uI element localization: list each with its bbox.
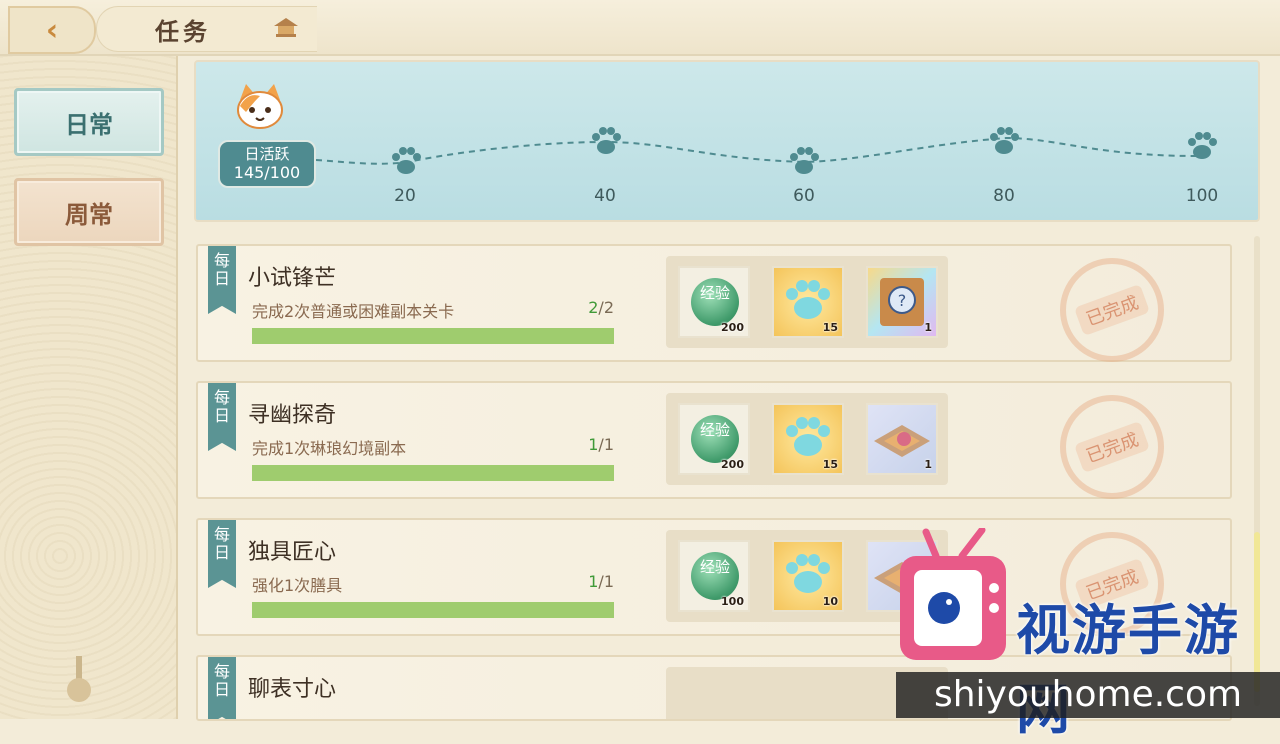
task-progress-bar xyxy=(252,602,614,618)
task-count: 1/1 xyxy=(578,572,614,591)
task-description: 完成2次普通或困难副本关卡 xyxy=(252,302,455,321)
watermark-site-name: 视游手游网 xyxy=(1016,599,1240,741)
milestone-label: 20 xyxy=(394,186,416,206)
task-progress-bar xyxy=(252,465,614,481)
task-description: 强化1次膳具 xyxy=(252,576,343,595)
reward-exp[interactable]: 经验 100 xyxy=(678,540,750,612)
milestone-label: 100 xyxy=(1185,186,1219,206)
tab-weekly-label: 周常 xyxy=(65,200,113,229)
tab-daily[interactable]: 日常 xyxy=(14,88,164,156)
reward-mystery-card[interactable]: ? 1 xyxy=(866,266,938,338)
task-name: 聊表寸心 xyxy=(248,677,337,702)
top-bar: ‹ 任务 xyxy=(0,0,1280,56)
reward-qty: 15 xyxy=(822,458,838,471)
reward-qty: 1 xyxy=(924,321,932,334)
page-title: 任务 xyxy=(155,18,211,46)
back-button[interactable]: ‹ xyxy=(8,6,96,54)
task-count-total: /2 xyxy=(598,298,614,317)
task-row: 每日 小试锋芒 完成2次普通或困难副本关卡 2/2 经验 200 15 ? 1 已… xyxy=(196,244,1232,362)
task-count-total: /1 xyxy=(598,572,614,591)
milestone-label: 80 xyxy=(993,186,1015,206)
reward-exp[interactable]: 经验 200 xyxy=(678,266,750,338)
tab-daily-label: 日常 xyxy=(65,110,113,139)
reward-cushion[interactable]: 1 xyxy=(866,403,938,475)
reward-qty: 100 xyxy=(721,595,744,608)
completed-stamp-label: 已完成 xyxy=(1073,420,1151,474)
task-count: 2/2 xyxy=(578,298,614,317)
exp-orb-icon: 经验 xyxy=(691,278,739,326)
task-description: 完成1次琳琅幻境副本 xyxy=(252,439,407,458)
completed-stamp-label: 已完成 xyxy=(1073,283,1151,337)
task-count: 1/1 xyxy=(578,435,614,454)
activity-progress-panel xyxy=(194,60,1260,222)
tab-weekly[interactable]: 周常 xyxy=(14,178,164,246)
reward-qty: 1 xyxy=(924,458,932,471)
task-name: 寻幽探奇 xyxy=(248,403,337,428)
paw-milestone-icon[interactable] xyxy=(388,143,424,179)
watermark-url: shiyouhome.com xyxy=(896,672,1280,718)
milestone-label: 40 xyxy=(594,186,616,206)
watermark-tv-logo xyxy=(900,528,1006,660)
daily-tag: 每日 xyxy=(208,246,236,314)
task-count-done: 1 xyxy=(588,572,599,591)
rewards-panel: 经验 200 15 ? 1 xyxy=(666,256,948,348)
reward-qty: 200 xyxy=(721,321,744,334)
milestone-label: 60 xyxy=(793,186,815,206)
paw-milestone-icon[interactable] xyxy=(786,143,822,179)
reward-qty: 15 xyxy=(822,321,838,334)
svg-text:?: ? xyxy=(898,291,907,310)
task-name: 独具匠心 xyxy=(248,540,337,565)
exp-orb-icon: 经验 xyxy=(691,415,739,463)
activity-value: 145/100 xyxy=(233,163,301,182)
task-count-total: /1 xyxy=(598,435,614,454)
task-name: 小试锋芒 xyxy=(248,266,337,291)
daily-tag: 每日 xyxy=(208,657,236,719)
reward-paw-token[interactable]: 15 xyxy=(772,266,844,338)
pavilion-icon[interactable] xyxy=(272,16,300,40)
task-row: 每日 寻幽探奇 完成1次琳琅幻境副本 1/1 经验 200 15 1 已完成 xyxy=(196,381,1232,499)
reward-qty: 200 xyxy=(721,458,744,471)
reward-exp[interactable]: 经验 200 xyxy=(678,403,750,475)
daily-tag: 每日 xyxy=(208,520,236,588)
completed-stamp: 已完成 xyxy=(1060,258,1164,362)
task-count-done: 1 xyxy=(588,435,599,454)
paw-milestone-icon[interactable] xyxy=(986,123,1022,159)
back-arrow-icon: ‹ xyxy=(45,12,59,48)
paw-milestone-icon[interactable] xyxy=(1184,128,1220,164)
completed-stamp: 已完成 xyxy=(1060,395,1164,499)
bell-ornament-icon xyxy=(67,656,91,702)
cat-mascot-icon xyxy=(237,84,283,129)
activity-label: 日活跃 xyxy=(244,145,290,163)
task-progress-bar xyxy=(252,328,614,344)
daily-tag: 每日 xyxy=(208,383,236,451)
progress-dashed-path xyxy=(315,136,1197,165)
exp-orb-icon: 经验 xyxy=(691,552,739,600)
task-count-done: 2 xyxy=(588,298,599,317)
rewards-panel: 经验 200 15 1 xyxy=(666,393,948,485)
reward-paw-token[interactable]: 10 xyxy=(772,540,844,612)
paw-milestone-icon[interactable] xyxy=(588,123,624,159)
reward-paw-token[interactable]: 15 xyxy=(772,403,844,475)
reward-qty: 10 xyxy=(822,595,838,608)
daily-activity-badge: 日活跃 145/100 xyxy=(218,140,316,188)
